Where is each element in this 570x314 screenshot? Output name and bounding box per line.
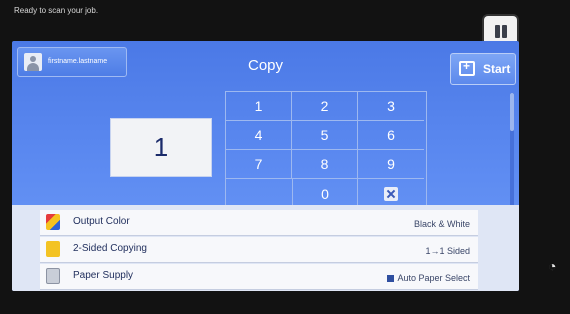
scrollbar-thumb[interactable]	[510, 93, 514, 131]
output-color-icon	[46, 214, 60, 230]
keypad-key-8[interactable]: 8	[292, 150, 358, 179]
start-copy-icon	[459, 59, 475, 76]
clear-icon	[384, 186, 398, 201]
feature-output-color[interactable]: Output Color Black & White	[40, 210, 478, 236]
status-message: Ready to scan your job.	[14, 6, 99, 15]
feature-name: Output Color	[73, 216, 130, 227]
paper-supply-icon	[46, 268, 60, 284]
pause-icon	[495, 25, 500, 38]
checkbox-icon	[387, 275, 395, 283]
feature-value: 1→1 Sided	[425, 246, 470, 256]
two-sided-icon	[46, 241, 60, 257]
keypad-key-3[interactable]: 3	[358, 92, 424, 121]
feature-value: Auto Paper Select	[387, 273, 470, 283]
quantity-field[interactable]: 1	[110, 118, 212, 177]
feature-name: 2-Sided Copying	[73, 243, 147, 254]
nfc-icon: ◔	[548, 258, 557, 274]
start-button[interactable]: Start	[450, 53, 516, 85]
keypad-key-0[interactable]: 0	[292, 179, 358, 208]
start-label: Start	[483, 62, 511, 76]
page-title: Copy	[247, 57, 284, 74]
feature-paper-supply[interactable]: Paper Supply Auto Paper Select	[40, 264, 478, 290]
keypad-key-4[interactable]: 4	[226, 121, 292, 150]
numeric-keypad: 1 2 3 4 5 6 7 8 9 0	[225, 91, 427, 211]
keypad-clear-button[interactable]	[358, 179, 424, 208]
keypad-key-6[interactable]: 6	[358, 121, 424, 150]
keypad-key-5[interactable]: 5	[292, 121, 358, 150]
keypad-key-1[interactable]: 1	[226, 92, 292, 121]
keypad-key-2[interactable]: 2	[292, 92, 358, 121]
copy-screen: firstname.lastname Copy Start 1 1 2 3 4 …	[12, 41, 519, 291]
keypad-key-9[interactable]: 9	[358, 150, 424, 179]
scrollbar[interactable]	[510, 93, 514, 211]
feature-list: Output Color Black & White 2-Sided Copyi…	[12, 205, 519, 291]
feature-name: Paper Supply	[73, 270, 134, 281]
feature-value: Black & White	[413, 219, 470, 229]
feature-2-sided-copying[interactable]: 2-Sided Copying 1→1 Sided	[40, 237, 478, 263]
keypad-key-7[interactable]: 7	[226, 150, 292, 179]
